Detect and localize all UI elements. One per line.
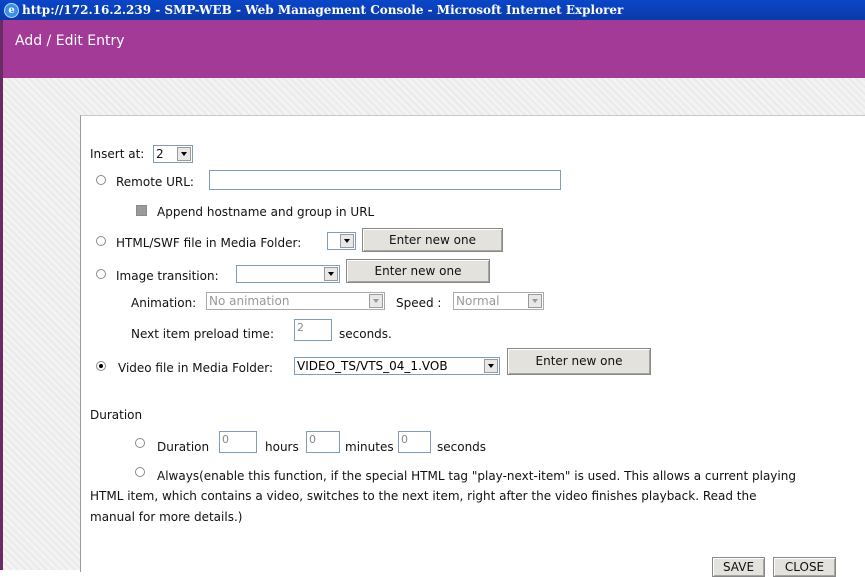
seconds-label: seconds [437, 440, 487, 454]
preload-seconds-label: seconds. [339, 327, 392, 341]
remote-url-input[interactable] [209, 170, 561, 190]
window-title-bar: e http://172.16.2.239 - SMP-WEB - Web Ma… [0, 0, 865, 20]
duration-radio[interactable] [135, 438, 145, 448]
video-file-radio[interactable] [96, 361, 106, 371]
animation-value: No animation [209, 294, 290, 308]
page-title: Add / Edit Entry [15, 33, 125, 49]
animation-label: Animation: [131, 296, 197, 310]
speed-select[interactable]: Normal [453, 292, 544, 310]
image-transition-radio[interactable] [96, 269, 106, 279]
html-swf-label: HTML/SWF file in Media Folder: [116, 236, 302, 250]
append-hostname-label: Append hostname and group in URL [157, 205, 375, 219]
preload-label: Next item preload time: [131, 327, 274, 341]
video-file-select[interactable]: VIDEO_TS/VTS_04_1.VOB [294, 357, 500, 375]
chevron-down-icon [528, 294, 542, 308]
remote-url-radio[interactable] [96, 175, 106, 185]
html-swf-select[interactable] [327, 232, 356, 250]
always-text-line-2: HTML item, which contains a video, switc… [90, 489, 757, 503]
always-radio[interactable] [135, 467, 145, 477]
chevron-down-icon [484, 359, 498, 373]
remote-url-label: Remote URL: [116, 175, 194, 189]
insert-at-select[interactable]: 2 [153, 145, 193, 163]
duration-section-label: Duration [90, 408, 143, 422]
chevron-down-icon [369, 294, 383, 308]
image-transition-label: Image transition: [116, 269, 219, 283]
chevron-down-icon [324, 267, 338, 281]
video-enter-new-button[interactable]: Enter new one [507, 348, 651, 375]
hours-label: hours [265, 440, 299, 454]
html-swf-enter-new-button[interactable]: Enter new one [362, 228, 503, 252]
insert-at-label: Insert at: [90, 147, 145, 161]
image-transition-enter-new-button[interactable]: Enter new one [346, 259, 490, 283]
seconds-input[interactable]: 0 [398, 431, 431, 453]
chevron-down-icon [340, 234, 354, 248]
insert-at-value: 2 [156, 147, 164, 161]
append-hostname-checkbox[interactable] [136, 205, 147, 216]
minutes-label: minutes [345, 440, 394, 454]
window-title: http://172.16.2.239 - SMP-WEB - Web Mana… [22, 3, 624, 17]
html-swf-radio[interactable] [96, 236, 106, 246]
speed-value: Normal [456, 294, 500, 308]
always-text-line-3: manual for more details.) [90, 510, 243, 524]
page-header: Add / Edit Entry [0, 20, 865, 78]
duration-label: Duration [157, 440, 210, 454]
close-button[interactable]: CLOSE [773, 557, 836, 577]
animation-select[interactable]: No animation [206, 292, 385, 310]
video-file-label: Video file in Media Folder: [118, 361, 274, 375]
video-file-value: VIDEO_TS/VTS_04_1.VOB [297, 359, 448, 373]
preload-input[interactable]: 2 [294, 319, 332, 341]
speed-label: Speed : [396, 296, 442, 310]
image-transition-select[interactable] [236, 265, 340, 283]
chevron-down-icon [177, 147, 191, 161]
always-text-line-1: Always(enable this function, if the spec… [157, 469, 796, 483]
ie-icon: e [4, 3, 19, 18]
minutes-input[interactable]: 0 [306, 431, 340, 453]
hours-input[interactable]: 0 [219, 431, 257, 453]
save-button[interactable]: SAVE [712, 557, 765, 577]
